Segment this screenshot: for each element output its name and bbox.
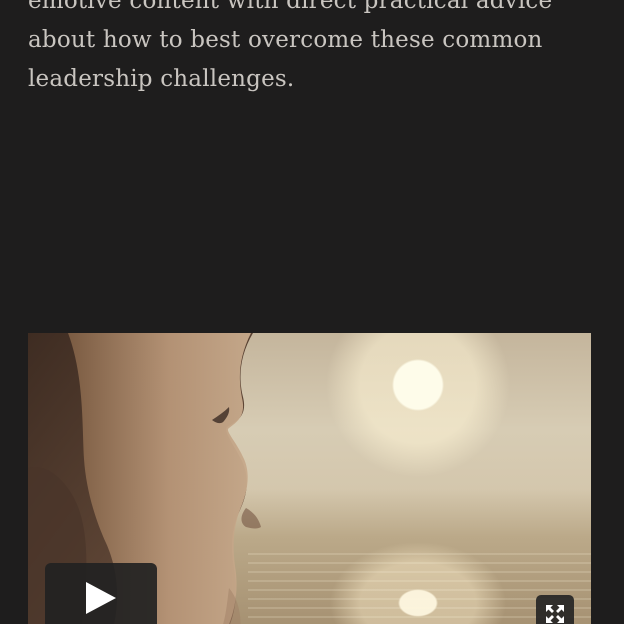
video-player[interactable]: [28, 333, 591, 624]
page: emotive content with direct practical ad…: [0, 0, 624, 624]
article-paragraph-line: about how to best overcome these common: [28, 27, 543, 53]
fullscreen-expand-icon: [546, 605, 564, 623]
video-fullscreen-button[interactable]: [536, 595, 574, 624]
article-paragraph-line: leadership challenges.: [28, 66, 295, 92]
play-icon: [86, 582, 116, 614]
article-paragraph-line: emotive content with direct practical ad…: [28, 0, 553, 14]
article-paragraph: emotive content with direct practical ad…: [28, 0, 598, 99]
video-play-button[interactable]: [45, 563, 157, 624]
